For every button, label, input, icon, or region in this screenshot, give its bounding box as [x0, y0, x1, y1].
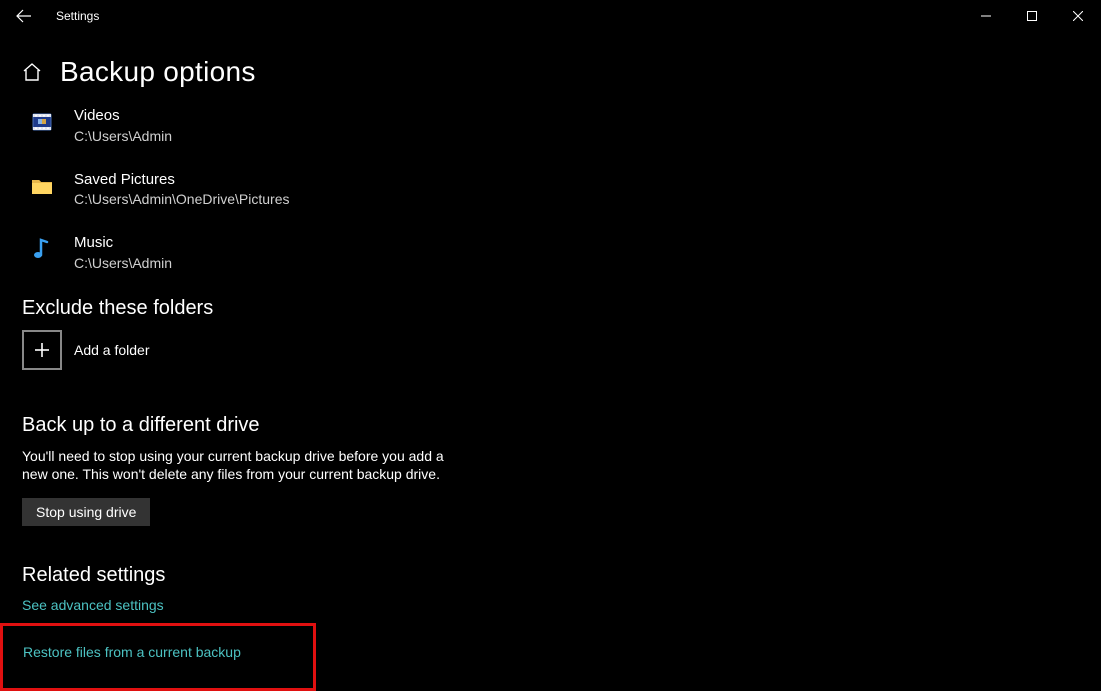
related-settings-title: Related settings — [22, 564, 1101, 587]
home-icon[interactable] — [22, 62, 42, 82]
folder-name: Videos — [74, 106, 172, 126]
video-folder-icon — [30, 110, 54, 134]
page-title: Backup options — [60, 56, 256, 88]
folder-name: Music — [74, 233, 172, 253]
minimize-button[interactable] — [963, 0, 1009, 32]
maximize-icon — [1027, 11, 1037, 21]
different-drive-description: You'll need to stop using your current b… — [22, 447, 450, 485]
minimize-icon — [981, 11, 991, 21]
arrow-left-icon — [16, 8, 32, 24]
stop-using-drive-button[interactable]: Stop using drive — [22, 498, 150, 526]
content-area: Backup options Videos C:\Users\Admin Sav… — [0, 56, 1101, 691]
exclude-folders-title: Exclude these folders — [22, 297, 1101, 320]
folder-icon — [30, 174, 54, 198]
close-button[interactable] — [1055, 0, 1101, 32]
music-icon — [30, 237, 54, 261]
app-title: Settings — [56, 9, 99, 23]
folder-name: Saved Pictures — [74, 170, 290, 190]
add-folder-row[interactable]: Add a folder — [22, 330, 1101, 370]
titlebar: Settings — [0, 0, 1101, 32]
related-settings-section: Related settings See advanced settings R… — [22, 564, 1101, 691]
folder-path: C:\Users\Admin\OneDrive\Pictures — [74, 191, 290, 207]
different-drive-title: Back up to a different drive — [22, 414, 1101, 437]
backup-folder-item[interactable]: Saved Pictures C:\Users\Admin\OneDrive\P… — [30, 170, 1101, 208]
maximize-button[interactable] — [1009, 0, 1055, 32]
close-icon — [1073, 11, 1083, 21]
restore-files-link[interactable]: Restore files from a current backup — [23, 644, 293, 660]
plus-icon — [34, 342, 50, 358]
backup-folder-item[interactable]: Videos C:\Users\Admin — [30, 106, 1101, 144]
folder-path: C:\Users\Admin — [74, 255, 172, 271]
window-controls — [963, 0, 1101, 32]
add-folder-button[interactable] — [22, 330, 62, 370]
add-folder-label: Add a folder — [74, 342, 150, 358]
different-drive-section: Back up to a different drive You'll need… — [22, 414, 1101, 527]
highlighted-restore-link-box: Restore files from a current backup — [0, 623, 316, 691]
see-advanced-settings-link[interactable]: See advanced settings — [22, 597, 1101, 613]
back-button[interactable] — [0, 0, 48, 32]
page-header: Backup options — [22, 56, 1101, 88]
backup-folder-item[interactable]: Music C:\Users\Admin — [30, 233, 1101, 271]
folder-path: C:\Users\Admin — [74, 128, 172, 144]
